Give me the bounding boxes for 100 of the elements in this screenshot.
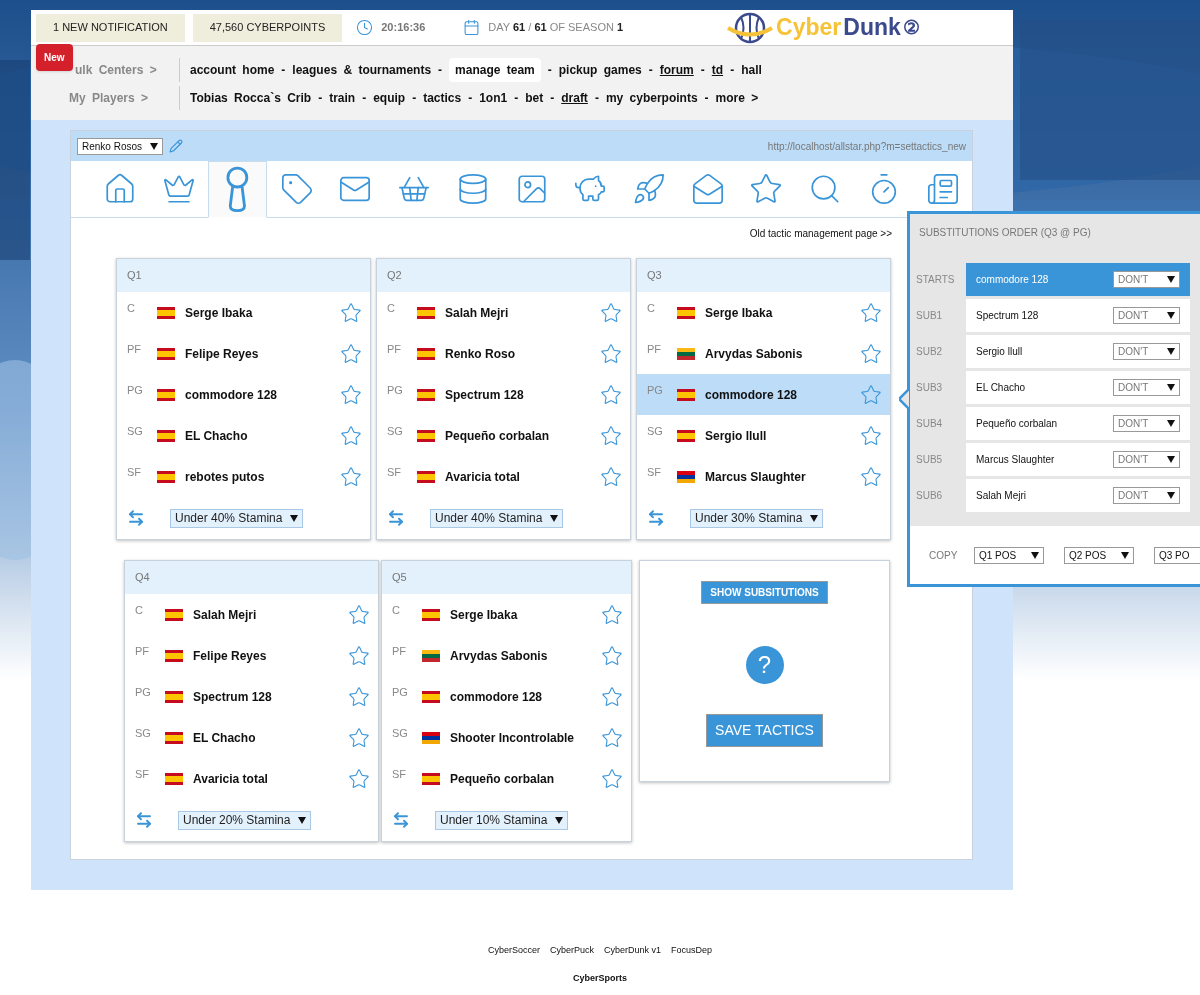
player-row[interactable]: PF Renko Roso: [377, 333, 630, 374]
star-icon[interactable]: [601, 644, 623, 667]
player-row[interactable]: SG Shooter Incontrolable: [382, 717, 631, 758]
player-row[interactable]: PG commodore 128: [382, 676, 631, 717]
nav-link[interactable]: account home: [190, 61, 275, 79]
substitution-row[interactable]: Pequeño corbalan DON'T: [966, 407, 1190, 440]
substitution-row[interactable]: Marcus Slaughter DON'T: [966, 443, 1190, 476]
footer-link[interactable]: FocusDep: [671, 944, 713, 958]
player-row[interactable]: PG commodore 128: [637, 374, 890, 415]
nav-link[interactable]: draft: [561, 89, 588, 107]
nav-link[interactable]: 1on1: [479, 89, 508, 107]
star-icon[interactable]: [600, 465, 622, 488]
substitution-select[interactable]: DON'T: [1113, 343, 1180, 360]
star-icon[interactable]: [860, 342, 882, 365]
nav-link[interactable]: my cyberpoints: [605, 89, 698, 107]
player-row[interactable]: C Serge Ibaka: [117, 292, 370, 333]
star-icon[interactable]: [860, 424, 882, 447]
player-row[interactable]: SF rebotes putos: [117, 456, 370, 497]
star-icon[interactable]: [860, 301, 882, 324]
star-icon[interactable]: [601, 726, 623, 749]
nav-link[interactable]: bet: [525, 89, 544, 107]
player-row[interactable]: PF Arvydas Sabonis: [382, 635, 631, 676]
old-tactic-link[interactable]: Old tactic management page >>: [749, 226, 892, 248]
star-icon[interactable]: [348, 767, 370, 790]
nav-link[interactable]: manage team: [449, 58, 541, 82]
star-icon[interactable]: [601, 767, 623, 790]
player-row[interactable]: PF Felipe Reyes: [125, 635, 378, 676]
player-row[interactable]: SF Marcus Slaughter: [637, 456, 890, 497]
substitution-select[interactable]: DON'T: [1113, 307, 1180, 324]
player-row[interactable]: C Serge Ibaka: [637, 292, 890, 333]
substitution-row[interactable]: Sergio llull DON'T: [966, 335, 1190, 368]
footer-link[interactable]: CyberPuck: [549, 944, 594, 958]
star-icon[interactable]: [600, 424, 622, 447]
player-row[interactable]: PG Spectrum 128: [377, 374, 630, 415]
player-row[interactable]: SG EL Chacho: [125, 717, 378, 758]
player-row[interactable]: SG Sergio llull: [637, 415, 890, 456]
copy-select[interactable]: Q3 PO: [1154, 546, 1200, 564]
player-row[interactable]: C Salah Mejri: [377, 292, 630, 333]
nav-link[interactable]: leagues & tournaments: [292, 61, 432, 79]
star-icon[interactable]: [601, 603, 623, 626]
player-row[interactable]: C Serge Ibaka: [382, 594, 631, 635]
star-icon[interactable]: [340, 301, 362, 324]
star-icon[interactable]: [348, 644, 370, 667]
player-row[interactable]: SG EL Chacho: [117, 415, 370, 456]
notification-button[interactable]: 1 NEW NOTIFICATION: [36, 13, 185, 42]
star-icon[interactable]: [600, 342, 622, 365]
nav-link[interactable]: pickup games: [558, 61, 642, 79]
substitution-select[interactable]: DON'T: [1113, 379, 1180, 396]
player-row[interactable]: SG Pequeño corbalan: [377, 415, 630, 456]
player-row[interactable]: PF Felipe Reyes: [117, 333, 370, 374]
footer-brand: CyberSports: [573, 971, 627, 985]
star-icon[interactable]: [601, 685, 623, 708]
substitution-row[interactable]: Spectrum 128 DON'T: [966, 299, 1190, 332]
player-row[interactable]: PG Spectrum 128: [125, 676, 378, 717]
player-row[interactable]: PG commodore 128: [117, 374, 370, 415]
player-row[interactable]: PF Arvydas Sabonis: [637, 333, 890, 374]
substitution-select[interactable]: DON'T: [1113, 451, 1180, 468]
star-icon[interactable]: [340, 465, 362, 488]
substitution-row[interactable]: Salah Mejri DON'T: [966, 479, 1190, 512]
copy-select[interactable]: Q1 POS: [974, 546, 1044, 564]
stamina-select[interactable]: Under 20% Stamina: [178, 810, 312, 830]
edit-icon[interactable]: [169, 139, 184, 153]
player-row[interactable]: SF Avaricia total: [377, 456, 630, 497]
nav-link[interactable]: equip: [373, 89, 406, 107]
player-row[interactable]: C Salah Mejri: [125, 594, 378, 635]
star-icon[interactable]: [340, 424, 362, 447]
nav-link[interactable]: hall: [741, 61, 762, 79]
substitution-select[interactable]: DON'T: [1113, 415, 1180, 432]
player-row[interactable]: SF Pequeño corbalan: [382, 758, 631, 799]
toolbar-tab[interactable]: [208, 161, 268, 218]
nav-link[interactable]: train: [329, 89, 356, 107]
nav-link[interactable]: td: [711, 61, 724, 79]
nav-link[interactable]: Tobias Rocca`s Crib: [190, 89, 312, 107]
nav-link[interactable]: tactics: [423, 89, 462, 107]
stamina-select[interactable]: Under 30% Stamina: [690, 508, 824, 528]
substitution-select[interactable]: DON'T: [1113, 487, 1180, 504]
substitution-row[interactable]: EL Chacho DON'T: [966, 371, 1190, 404]
star-icon[interactable]: [340, 383, 362, 406]
star-icon[interactable]: [348, 685, 370, 708]
stamina-select[interactable]: Under 40% Stamina: [430, 508, 564, 528]
nav-link[interactable]: forum: [659, 61, 694, 79]
star-icon[interactable]: [860, 465, 882, 488]
nav-separator: -: [514, 90, 519, 107]
star-icon[interactable]: [340, 342, 362, 365]
nav-link[interactable]: more >: [715, 89, 759, 107]
substitution-row[interactable]: commodore 128 DON'T: [966, 263, 1190, 296]
stamina-select[interactable]: Under 10% Stamina: [435, 810, 569, 830]
star-icon[interactable]: [348, 726, 370, 749]
footer-link[interactable]: CyberSoccer: [487, 944, 540, 958]
caret-icon: [298, 816, 307, 824]
stamina-select[interactable]: Under 40% Stamina: [170, 508, 304, 528]
copy-select[interactable]: Q2 POS: [1064, 546, 1134, 564]
star-icon[interactable]: [348, 603, 370, 626]
star-icon[interactable]: [860, 383, 882, 406]
substitution-select[interactable]: DON'T: [1113, 271, 1180, 288]
footer-link[interactable]: CyberDunk v1: [604, 944, 661, 958]
player-row[interactable]: SF Avaricia total: [125, 758, 378, 799]
star-icon[interactable]: [600, 383, 622, 406]
player-select[interactable]: Renko Rosos: [77, 137, 164, 155]
star-icon[interactable]: [600, 301, 622, 324]
